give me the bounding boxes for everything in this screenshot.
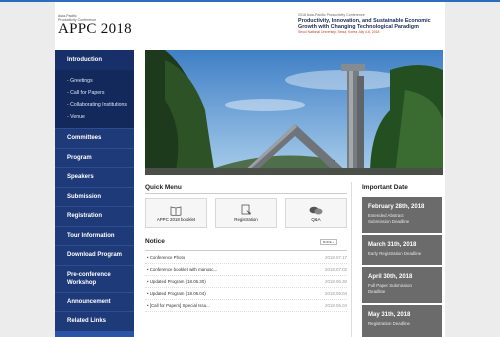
- date-card: May 31th, 2018 Registration Deadline: [362, 305, 442, 337]
- notice-title: Notice: [145, 238, 165, 245]
- quick-menu-qa-button[interactable]: Q&A: [285, 198, 347, 228]
- sidebar-item-related-links[interactable]: Related Links: [55, 311, 134, 331]
- sidebar-item-introduction[interactable]: Introduction: [55, 50, 134, 70]
- date-card-label: Registration Deadline: [368, 321, 436, 327]
- sidebar-item-tour[interactable]: Tour Information: [55, 225, 134, 246]
- preconference-line-2: Workshop: [67, 279, 97, 286]
- sidebar-item-announcement[interactable]: Announcement: [55, 291, 134, 312]
- date-card-label-1: Early Registration Deadline: [368, 251, 422, 256]
- registration-label: Registration: [234, 217, 258, 222]
- notice-divider: [145, 250, 347, 251]
- notice-row-date: 2018.07.02: [325, 267, 347, 272]
- date-card-date: February 28th, 2018: [368, 204, 425, 210]
- notice-row-date: 2018.06.04: [325, 303, 347, 308]
- notice-row[interactable]: • Conference booklet with manusc... 2018…: [145, 264, 347, 276]
- notice-row-title: • [Call for Papers] Special Issu...: [147, 303, 210, 308]
- site-logo[interactable]: APPC 2018: [58, 21, 132, 38]
- column-divider: [351, 182, 352, 337]
- notice-row[interactable]: • Conference Photo 2018.07.17: [145, 252, 347, 264]
- quick-menu-registration-button[interactable]: Registration: [215, 198, 277, 228]
- submenu-greetings[interactable]: - Greetings: [55, 75, 134, 87]
- date-card-label-2: Submission Deadline: [368, 219, 410, 224]
- sidebar-item-registration[interactable]: Registration: [55, 206, 134, 226]
- notice-row-date: 2018.07.17: [325, 255, 347, 260]
- date-card-label: Extended Abstract Submission Deadline: [368, 213, 436, 225]
- submenu-collaborating[interactable]: - Collaborating Institutions: [55, 99, 134, 111]
- submenu-call-for-papers[interactable]: - Call for Papers: [55, 87, 134, 99]
- date-card-label: Early Registration Deadline: [368, 251, 436, 257]
- notice-row[interactable]: • [Call for Papers] Special Issu... 2018…: [145, 300, 347, 312]
- notice-row-title: • Updated Program (18.06.30): [147, 279, 206, 284]
- date-card: April 30th, 2018 Full Paper Submission D…: [362, 267, 442, 303]
- date-card-date: April 30th, 2018: [368, 274, 413, 280]
- notice-row[interactable]: • Updated Program (18.06.30) 2018.06.30: [145, 276, 347, 288]
- date-card: February 28th, 2018 Extended Abstract Su…: [362, 197, 442, 233]
- date-card-date: May 31th, 2018: [368, 312, 411, 318]
- notice-more-button[interactable]: MORE +: [320, 239, 337, 245]
- page-container: Asia-Pacific Productivity Conference APP…: [55, 2, 445, 337]
- conference-header: 2018 Asia-Pacific Productivity Conferenc…: [298, 13, 448, 35]
- conference-venue: Seoul National University, Seoul, Korea …: [298, 30, 380, 34]
- hero-image: [145, 50, 443, 175]
- quick-menu-divider: [145, 193, 347, 194]
- important-date-title: Important Date: [362, 184, 408, 191]
- preconference-line-1: Pre-conference: [67, 271, 111, 278]
- notice-row-title: • Updated Program (18.06.04): [147, 291, 206, 296]
- notice-row-title: • Conference Photo: [147, 255, 186, 260]
- sidebar-item-program[interactable]: Program: [55, 147, 134, 168]
- date-card-label: Full Paper Submission Deadline: [368, 283, 436, 295]
- quick-menu-booklet-button[interactable]: APPC 2018 booklet: [145, 198, 207, 228]
- campus-gate-illustration: [145, 50, 443, 175]
- sidebar-item-committees[interactable]: Committees: [55, 128, 134, 148]
- date-card: March 31th, 2018 Early Registration Dead…: [362, 235, 442, 265]
- notice-row-date: 2018.06.04: [325, 291, 347, 296]
- notice-row[interactable]: • Updated Program (18.06.04) 2018.06.04: [145, 288, 347, 300]
- sidebar-item-submission[interactable]: Submission: [55, 186, 134, 207]
- sidebar-item-download-program[interactable]: Download Program: [55, 245, 134, 265]
- sidebar-item-preconference[interactable]: Pre-conference Workshop: [55, 264, 134, 292]
- notice-row-date: 2018.06.30: [325, 279, 347, 284]
- date-card-date: March 31th, 2018: [368, 242, 417, 248]
- sidebar-nav: Introduction - Greetings - Call for Pape…: [55, 50, 134, 337]
- submenu-venue[interactable]: - Venue: [55, 111, 134, 123]
- booklet-label: APPC 2018 booklet: [156, 217, 196, 222]
- sidebar-item-speakers[interactable]: Speakers: [55, 167, 134, 187]
- date-card-label-2: Deadline: [368, 289, 386, 294]
- date-card-label-1: Registration Deadline: [368, 321, 410, 326]
- quick-menu-title: Quick Menu: [145, 184, 182, 191]
- sidebar-submenu: - Greetings - Call for Papers - Collabor…: [55, 70, 134, 128]
- qa-label: Q&A: [311, 217, 321, 222]
- notice-row-title: • Conference booklet with manusc...: [147, 267, 218, 272]
